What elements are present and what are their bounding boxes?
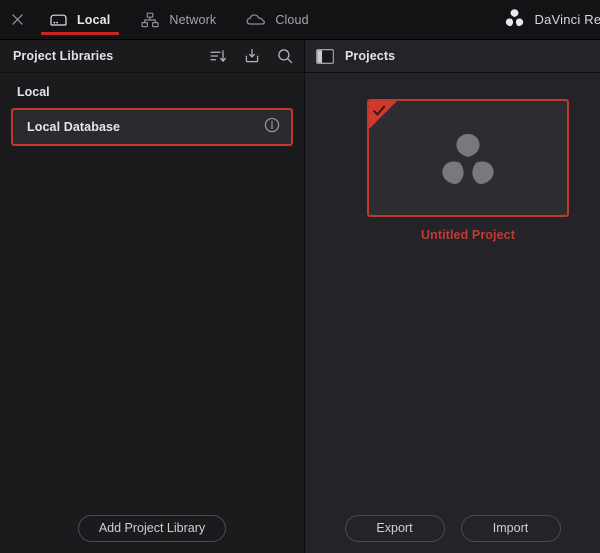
projects-pane: Projects Untitled Project Export Import [305, 40, 600, 553]
tab-local-label: Local [77, 12, 111, 27]
export-button[interactable]: Export [344, 514, 445, 542]
import-library-icon[interactable] [243, 48, 260, 65]
tab-cloud-label: Cloud [275, 12, 309, 27]
project-thumbnail[interactable] [367, 99, 569, 217]
search-icon[interactable] [276, 48, 293, 65]
davinci-resolve-logo [504, 8, 525, 32]
tab-network[interactable]: Network [126, 0, 232, 39]
main-body: Project Libraries Local Local Database A… [0, 40, 600, 553]
add-project-library-button[interactable]: Add Project Library [77, 514, 227, 542]
close-icon[interactable] [0, 0, 34, 39]
hard-drive-icon [48, 10, 68, 30]
sort-descending-icon[interactable] [210, 48, 227, 65]
library-item-label: Local Database [27, 120, 121, 134]
project-card-untitled-project[interactable]: Untitled Project [367, 99, 569, 242]
cloud-icon [246, 10, 266, 30]
project-libraries-list: Local Local Database [0, 73, 304, 503]
titlebar: Local Network Cloud DaVinci Re [0, 0, 600, 40]
info-icon[interactable] [264, 117, 280, 138]
check-icon [373, 105, 386, 116]
projects-grid: Untitled Project [305, 99, 600, 242]
library-header-actions [210, 48, 293, 65]
davinci-resolve-logo [442, 133, 494, 184]
project-libraries-title: Project Libraries [13, 49, 114, 63]
brand: DaVinci Res [504, 0, 600, 39]
project-libraries-header: Project Libraries [0, 40, 304, 73]
projects-title: Projects [345, 49, 396, 63]
network-icon [140, 10, 160, 30]
tab-cloud[interactable]: Cloud [232, 0, 324, 39]
project-title: Untitled Project [421, 228, 515, 242]
library-footer: Add Project Library [0, 503, 304, 553]
tab-network-label: Network [169, 12, 217, 27]
library-item-local-database[interactable]: Local Database [11, 108, 293, 146]
projects-footer: Export Import [305, 503, 600, 553]
tab-local[interactable]: Local [34, 0, 126, 39]
projects-header: Projects [305, 40, 600, 73]
brand-name: DaVinci Res [534, 12, 600, 27]
import-button[interactable]: Import [460, 514, 561, 542]
project-libraries-pane: Project Libraries Local Local Database A… [0, 40, 305, 553]
panel-toggle-icon[interactable] [316, 48, 334, 64]
project-manager-window: Local Network Cloud DaVinci Re Project L… [0, 0, 600, 553]
projects-grid-area: Untitled Project [305, 73, 600, 503]
library-group-label: Local [17, 85, 50, 99]
titlebar-spacer [325, 0, 504, 39]
